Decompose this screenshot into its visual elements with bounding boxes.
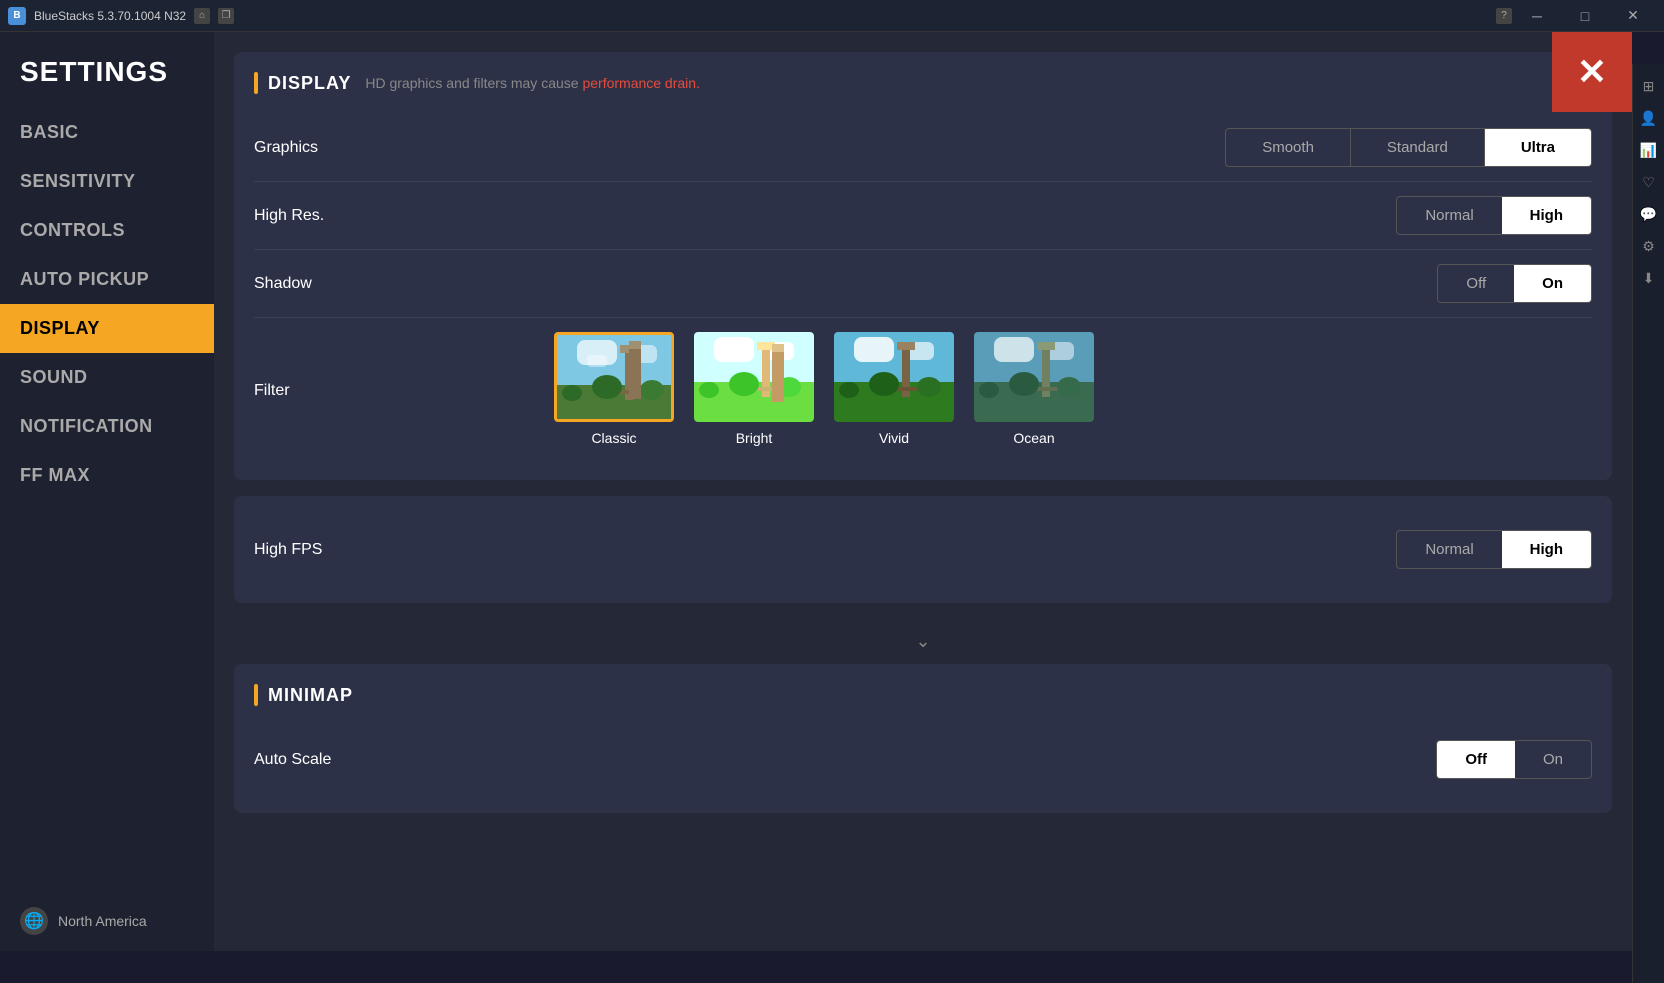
graphics-row: Graphics Smooth Standard Ultra bbox=[254, 114, 1592, 182]
filter-vivid-preview bbox=[834, 332, 954, 422]
maximize-button[interactable]: □ bbox=[1562, 0, 1608, 32]
high-res-high-btn[interactable]: High bbox=[1502, 197, 1591, 234]
high-fps-label: High FPS bbox=[254, 541, 322, 559]
high-fps-high-btn[interactable]: High bbox=[1502, 531, 1591, 568]
minimize-button[interactable]: ─ bbox=[1514, 0, 1560, 32]
right-sidebar-download-icon[interactable]: ⬇ bbox=[1635, 264, 1663, 292]
app-title: BlueStacks 5.3.70.1004 N32 bbox=[34, 9, 186, 23]
minimap-section-header: MINIMAP bbox=[254, 684, 1592, 706]
filter-ocean[interactable]: Ocean bbox=[974, 332, 1094, 446]
sidebar-item-ff-max[interactable]: FF MAX bbox=[0, 451, 214, 500]
high-fps-normal-btn[interactable]: Normal bbox=[1397, 531, 1501, 568]
filter-classic[interactable]: Classic bbox=[554, 332, 674, 446]
globe-icon: 🌐 bbox=[20, 907, 48, 935]
shadow-on-btn[interactable]: On bbox=[1514, 265, 1591, 302]
minimap-section: MINIMAP Auto Scale Off On bbox=[234, 664, 1612, 813]
display-section: DISPLAY HD graphics and filters may caus… bbox=[234, 52, 1612, 480]
performance-drain-text: performance drain. bbox=[582, 75, 700, 91]
right-sidebar-user-icon[interactable]: 👤 bbox=[1635, 104, 1663, 132]
close-x-icon: ✕ bbox=[1577, 51, 1607, 93]
filter-options: Classic bbox=[354, 332, 1592, 446]
high-res-label: High Res. bbox=[254, 207, 324, 225]
filter-vivid-label: Vivid bbox=[879, 430, 909, 446]
right-sidebar-grid-icon[interactable]: ⊞ bbox=[1635, 72, 1663, 100]
chevron-down-icon: ⌄ bbox=[915, 631, 930, 652]
filter-ocean-svg bbox=[974, 332, 1094, 422]
settings-title: SETTINGS bbox=[0, 48, 214, 108]
title-bar: B BlueStacks 5.3.70.1004 N32 ⌂ ❐ ? ─ □ ✕ bbox=[0, 0, 1664, 32]
shadow-label: Shadow bbox=[254, 275, 312, 293]
filter-bright-preview bbox=[694, 332, 814, 422]
close-settings-button[interactable]: ✕ bbox=[1552, 32, 1632, 112]
display-section-header: DISPLAY HD graphics and filters may caus… bbox=[254, 72, 1592, 94]
filter-vivid[interactable]: Vivid bbox=[834, 332, 954, 446]
sidebar-item-sound[interactable]: SOUND bbox=[0, 353, 214, 402]
section-bar-accent bbox=[254, 72, 258, 94]
right-sidebar-stats-icon[interactable]: 📊 bbox=[1635, 136, 1663, 164]
filter-row: Filter bbox=[254, 318, 1592, 460]
main-area: SETTINGS BASIC SENSITIVITY CONTROLS AUTO… bbox=[0, 32, 1664, 951]
filter-ocean-label: Ocean bbox=[1013, 430, 1054, 446]
sidebar-item-basic[interactable]: BASIC bbox=[0, 108, 214, 157]
shadow-off-btn[interactable]: Off bbox=[1438, 265, 1514, 302]
minimap-section-title: MINIMAP bbox=[268, 685, 353, 706]
filter-label: Filter bbox=[254, 332, 354, 400]
left-sidebar: SETTINGS BASIC SENSITIVITY CONTROLS AUTO… bbox=[0, 32, 214, 951]
auto-scale-toggle-group: Off On bbox=[1436, 740, 1592, 779]
display-section-title: DISPLAY bbox=[268, 73, 351, 94]
filter-classic-preview bbox=[557, 335, 671, 419]
region-footer[interactable]: 🌐 North America bbox=[0, 891, 214, 951]
auto-scale-off-btn[interactable]: Off bbox=[1437, 741, 1515, 778]
filter-bright-svg bbox=[694, 332, 814, 422]
right-sidebar-chat-icon[interactable]: 💬 bbox=[1635, 200, 1663, 228]
right-sidebar-heart-icon[interactable]: ♡ bbox=[1635, 168, 1663, 196]
filter-classic-label: Classic bbox=[591, 430, 636, 446]
graphics-toggle-group: Smooth Standard Ultra bbox=[1225, 128, 1592, 167]
shadow-row: Shadow Off On bbox=[254, 250, 1592, 318]
home-icon[interactable]: ⌂ bbox=[194, 8, 210, 24]
high-res-normal-btn[interactable]: Normal bbox=[1397, 197, 1501, 234]
content-area: DISPLAY HD graphics and filters may caus… bbox=[214, 32, 1632, 951]
right-sidebar: ⊞ 👤 📊 ♡ 💬 ⚙ ⬇ bbox=[1632, 64, 1664, 983]
filter-bright-label: Bright bbox=[736, 430, 773, 446]
high-res-row: High Res. Normal High bbox=[254, 182, 1592, 250]
filter-classic-svg bbox=[557, 335, 674, 422]
sidebar-item-sensitivity[interactable]: SENSITIVITY bbox=[0, 157, 214, 206]
filter-bright-thumb bbox=[694, 332, 814, 422]
sidebar-item-notification[interactable]: NOTIFICATION bbox=[0, 402, 214, 451]
auto-scale-on-btn[interactable]: On bbox=[1515, 741, 1591, 778]
sidebar-item-controls[interactable]: CONTROLS bbox=[0, 206, 214, 255]
right-sidebar-settings-icon[interactable]: ⚙ bbox=[1635, 232, 1663, 260]
display-section-subtitle: HD graphics and filters may cause perfor… bbox=[365, 75, 700, 91]
high-fps-section: High FPS Normal High bbox=[234, 496, 1612, 603]
graphics-standard-btn[interactable]: Standard bbox=[1351, 129, 1485, 166]
filter-ocean-preview bbox=[974, 332, 1094, 422]
auto-scale-label: Auto Scale bbox=[254, 751, 331, 769]
copy-icon[interactable]: ❐ bbox=[218, 8, 234, 24]
bluestacks-logo: B bbox=[8, 7, 26, 25]
sidebar-item-auto-pickup[interactable]: AUTO PICKUP bbox=[0, 255, 214, 304]
filter-vivid-thumb bbox=[834, 332, 954, 422]
window-close-button[interactable]: ✕ bbox=[1610, 0, 1656, 32]
high-fps-row: High FPS Normal High bbox=[254, 516, 1592, 583]
filter-ocean-thumb bbox=[974, 332, 1094, 422]
filter-classic-thumb bbox=[554, 332, 674, 422]
high-res-toggle-group: Normal High bbox=[1396, 196, 1592, 235]
help-icon[interactable]: ? bbox=[1496, 8, 1512, 24]
minimap-section-bar bbox=[254, 684, 258, 706]
graphics-label: Graphics bbox=[254, 139, 318, 157]
title-bar-left: B BlueStacks 5.3.70.1004 N32 ⌂ ❐ bbox=[8, 7, 234, 25]
filter-bright[interactable]: Bright bbox=[694, 332, 814, 446]
region-label: North America bbox=[58, 913, 147, 929]
graphics-smooth-btn[interactable]: Smooth bbox=[1226, 129, 1351, 166]
graphics-ultra-btn[interactable]: Ultra bbox=[1485, 129, 1591, 166]
filter-vivid-svg bbox=[834, 332, 954, 422]
auto-scale-row: Auto Scale Off On bbox=[254, 726, 1592, 793]
shadow-toggle-group: Off On bbox=[1437, 264, 1592, 303]
window-controls: ? ─ □ ✕ bbox=[1496, 0, 1656, 32]
scroll-down-indicator: ⌄ bbox=[234, 619, 1612, 664]
high-fps-toggle-group: Normal High bbox=[1396, 530, 1592, 569]
sidebar-item-display[interactable]: DISPLAY bbox=[0, 304, 214, 353]
